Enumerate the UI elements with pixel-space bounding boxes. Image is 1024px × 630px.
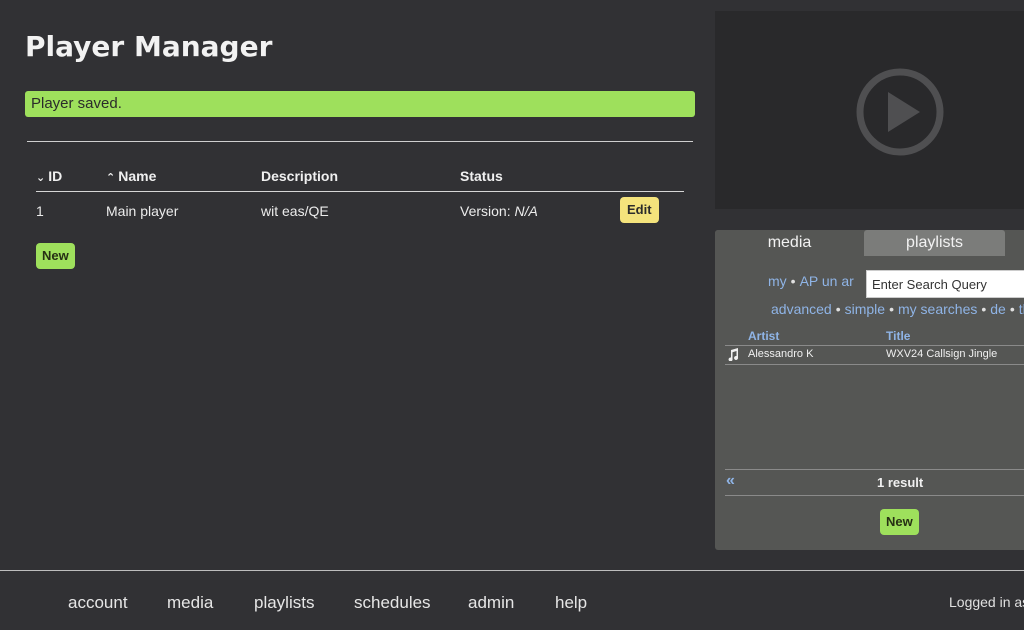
nav-media[interactable]: media (167, 593, 213, 613)
search-mode-links: advanced•simple•my searches•de•th (771, 301, 1024, 317)
advanced-link[interactable]: advanced (771, 301, 832, 317)
nav-admin[interactable]: admin (468, 593, 514, 613)
player-description: wit eas/QE (261, 203, 329, 219)
edit-button[interactable]: Edit (620, 197, 659, 223)
column-header-title[interactable]: Title (886, 329, 910, 343)
new-media-button[interactable]: New (880, 509, 919, 535)
footer-nav: account media playlists schedules admin … (0, 570, 1024, 630)
player-name: Main player (106, 203, 179, 219)
result-count: 1 result (877, 475, 924, 490)
th-link[interactable]: th (1019, 301, 1024, 317)
sort-asc-icon: ⌃ (106, 172, 116, 184)
tab-media[interactable]: media (715, 230, 864, 256)
player-id: 1 (36, 203, 44, 219)
result-artist: Alessandro K (748, 348, 814, 360)
nav-help[interactable]: help (555, 593, 587, 613)
sort-desc-icon: ⌄ (36, 172, 46, 184)
de-link[interactable]: de (990, 301, 1006, 317)
scope-other-link[interactable]: AP un ar (800, 273, 854, 289)
page-title: Player Manager (25, 30, 273, 63)
my-searches-link[interactable]: my searches (898, 301, 977, 317)
flash-message: Player saved. (25, 91, 695, 117)
table-row: 1 Main player wit eas/QE Version: N/A Ed… (36, 192, 684, 232)
nav-playlists[interactable]: playlists (254, 593, 314, 613)
player-status: Version: N/A (460, 203, 538, 219)
column-header-artist[interactable]: Artist (748, 329, 779, 343)
column-header-description[interactable]: Description (261, 168, 338, 184)
scope-my-link[interactable]: my (768, 273, 787, 289)
media-player (715, 11, 1024, 209)
nav-account[interactable]: account (68, 593, 128, 613)
divider (27, 141, 693, 142)
results-pager: « 1 result (725, 469, 1024, 496)
players-table: ⌄ ID ⌃ Name Description Status 1 Main play… (36, 166, 684, 232)
simple-link[interactable]: simple (845, 301, 885, 317)
nav-schedules[interactable]: schedules (354, 593, 431, 613)
prev-page-button[interactable]: « (726, 472, 735, 490)
search-scope: my • AP un ar (768, 273, 854, 289)
column-header-name[interactable]: ⌃ Name (106, 168, 156, 184)
search-input[interactable] (866, 270, 1024, 298)
main-content: Player Manager Player saved. ⌄ ID ⌃ Name D… (0, 0, 712, 570)
logged-in-text: Logged in as (949, 594, 1024, 610)
music-note-icon (728, 348, 739, 361)
result-title: WXV24 Callsign Jingle (886, 348, 998, 360)
new-player-button[interactable]: New (36, 243, 75, 269)
column-header-id[interactable]: ⌄ ID (36, 168, 62, 184)
library-panel: media playlists my•AP un ar advanced•sim… (715, 230, 1024, 550)
tab-playlists[interactable]: playlists (864, 230, 1005, 256)
list-item[interactable]: Alessandro K WXV24 Callsign Jingle (725, 347, 1024, 365)
results-header: Artist Title (725, 329, 1024, 346)
table-header: ⌄ ID ⌃ Name Description Status (36, 166, 684, 192)
play-icon[interactable] (855, 67, 945, 157)
column-header-status[interactable]: Status (460, 168, 503, 184)
